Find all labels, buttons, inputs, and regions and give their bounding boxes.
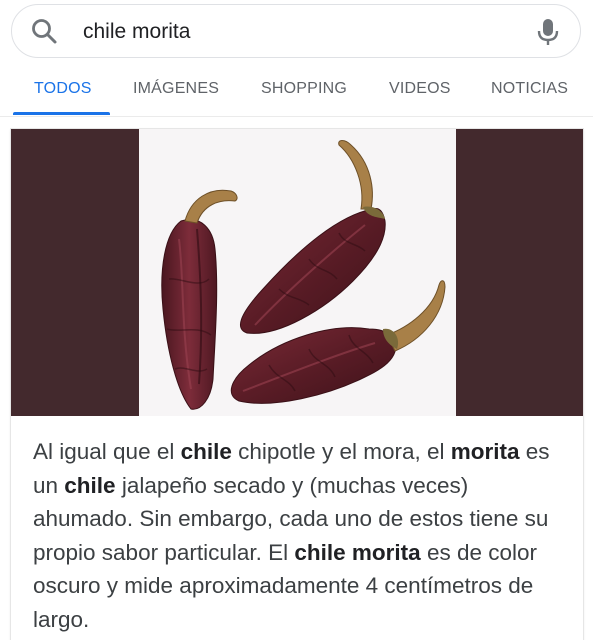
result-snippet: Al igual que el chile chipotle y el mora… <box>33 435 563 636</box>
image-band[interactable] <box>11 129 583 416</box>
featured-snippet-card: Al igual que el chile chipotle y el mora… <box>11 129 583 640</box>
stem-top-right <box>338 140 373 210</box>
search-input[interactable] <box>83 15 523 49</box>
search-bar[interactable] <box>11 4 581 58</box>
tab-noticias[interactable]: NOTICIAS <box>491 80 568 98</box>
tab-videos[interactable]: VIDEOS <box>389 80 451 98</box>
tab-shopping[interactable]: SHOPPING <box>261 80 347 98</box>
dried-peppers-illustration <box>161 140 446 410</box>
snippet-highlight: chile morita <box>294 539 421 565</box>
mic-icon[interactable] <box>534 17 562 47</box>
snippet-highlight: morita <box>450 439 520 464</box>
snippet-text: chipotle y el mora, el <box>231 439 451 464</box>
pepper-bottom <box>230 327 397 404</box>
active-tab-indicator <box>13 112 110 115</box>
search-results-page: TODOS IMÁGENES SHOPPING VIDEOS NOTICIAS <box>0 0 593 640</box>
stem-left <box>184 189 238 224</box>
result-image[interactable] <box>139 129 456 416</box>
tab-todos[interactable]: TODOS <box>34 80 92 98</box>
snippet-text: Al igual que el <box>33 439 181 464</box>
snippet-highlight: chile <box>180 439 232 464</box>
search-icon[interactable] <box>30 17 58 45</box>
tab-imagenes[interactable]: IMÁGENES <box>133 80 219 98</box>
search-tabs: TODOS IMÁGENES SHOPPING VIDEOS NOTICIAS <box>0 60 593 117</box>
snippet-highlight: chile <box>64 472 116 498</box>
